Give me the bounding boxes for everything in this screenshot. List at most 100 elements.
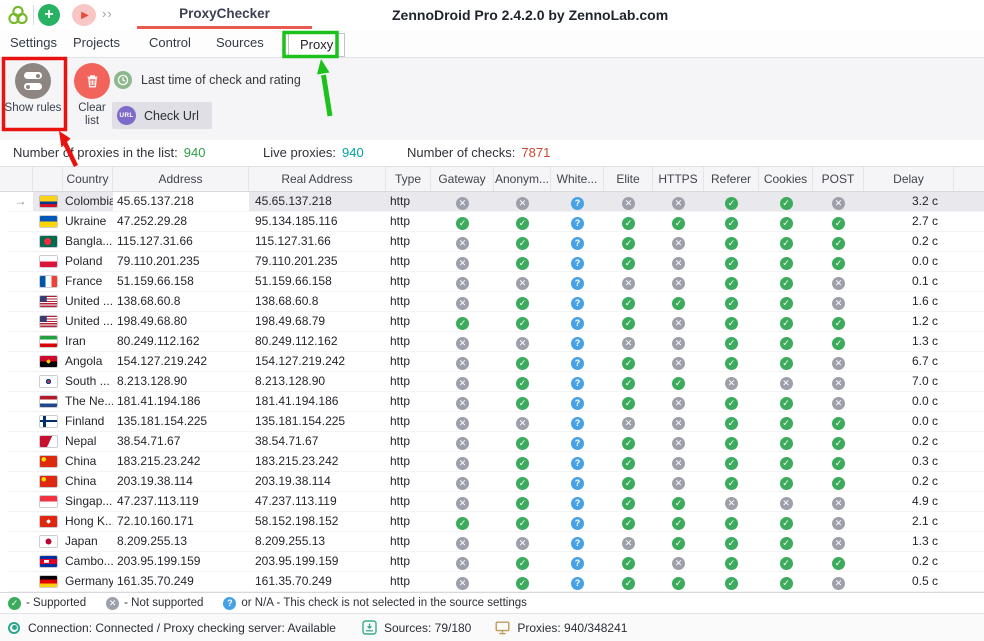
supported-icon: ✓ xyxy=(832,417,845,430)
cookies-check-cell: ✓ xyxy=(759,292,813,311)
type-cell: http xyxy=(386,472,431,491)
elite-check-cell: ✓ xyxy=(604,212,653,231)
real-address-cell: 95.134.185.116 xyxy=(249,212,386,231)
type-cell: http xyxy=(386,572,431,591)
table-row[interactable]: China183.215.23.242183.215.23.242http✕✓?… xyxy=(8,452,984,472)
https-check-cell: ✓ xyxy=(653,212,704,231)
delay-cell: 0.2 c xyxy=(864,472,954,491)
column-header-blank-0[interactable] xyxy=(8,167,33,191)
table-row[interactable]: South ...8.213.128.908.213.128.90http✕✓?… xyxy=(8,372,984,392)
gateway-check-cell: ✕ xyxy=(431,492,494,511)
show-rules-button[interactable]: Show rules xyxy=(4,61,62,115)
last-check-toggle[interactable]: Last time of check and rating xyxy=(114,71,301,89)
not-supported-icon: ✕ xyxy=(456,417,469,430)
referer-check-cell: ✕ xyxy=(704,492,759,511)
add-button[interactable]: + xyxy=(38,4,60,26)
table-row[interactable]: Germany161.35.70.249161.35.70.249http✕✓?… xyxy=(8,572,984,592)
supported-icon: ✓ xyxy=(780,337,793,350)
supported-icon: ✓ xyxy=(725,217,738,230)
not-supported-icon: ✕ xyxy=(780,497,793,510)
row-indicator-cell xyxy=(8,452,33,471)
column-header-address[interactable]: Address xyxy=(113,167,249,191)
referer-check-cell: ✓ xyxy=(704,352,759,371)
overflow-chevrons-icon[interactable]: ›› xyxy=(102,6,113,21)
not-supported-icon: ✕ xyxy=(456,477,469,490)
type-cell: http xyxy=(386,432,431,451)
check-url-button[interactable]: URL Check Url xyxy=(112,102,212,129)
table-row[interactable]: →Colombia45.65.137.21845.65.137.218http✕… xyxy=(8,192,984,212)
elite-check-cell: ✕ xyxy=(604,532,653,551)
column-header-anonym[interactable]: Anonym... xyxy=(494,167,551,191)
table-row[interactable]: Japan8.209.255.138.209.255.13http✕✕?✕✓✓✓… xyxy=(8,532,984,552)
not-supported-icon: ✕ xyxy=(456,257,469,270)
column-header-real-address[interactable]: Real Address xyxy=(249,167,386,191)
table-row[interactable]: France51.159.66.15851.159.66.158http✕✕?✕… xyxy=(8,272,984,292)
supported-icon: ✓ xyxy=(725,537,738,550)
https-check-cell: ✕ xyxy=(653,312,704,331)
table-row[interactable]: China203.19.38.114203.19.38.114http✕✓?✓✕… xyxy=(8,472,984,492)
https-check-cell: ✕ xyxy=(653,252,704,271)
anonymous-check-cell: ✓ xyxy=(494,432,551,451)
column-header-referer[interactable]: Referer xyxy=(704,167,759,191)
column-header-gateway[interactable]: Gateway xyxy=(431,167,494,191)
tab-proxy[interactable]: Proxy xyxy=(288,33,345,57)
post-check-cell: ✕ xyxy=(813,352,864,371)
table-row[interactable]: Bangla...115.127.31.66115.127.31.66http✕… xyxy=(8,232,984,252)
flag-icon-sg xyxy=(40,496,57,507)
column-header-type[interactable]: Type xyxy=(386,167,431,191)
delay-cell: 1.6 c xyxy=(864,292,954,311)
column-header-elite[interactable]: Elite xyxy=(604,167,653,191)
type-cell: http xyxy=(386,552,431,571)
tab-settings[interactable]: Settings xyxy=(10,35,57,50)
gateway-check-cell: ✕ xyxy=(431,192,494,211)
supported-icon: ✓ xyxy=(725,237,738,250)
referer-check-cell: ✓ xyxy=(704,392,759,411)
table-row[interactable]: Ukraine47.252.29.2895.134.185.116http✓✓?… xyxy=(8,212,984,232)
flag-icon-us xyxy=(40,296,57,307)
row-filler xyxy=(954,332,984,351)
tab-sources[interactable]: Sources xyxy=(216,35,264,50)
address-cell: 138.68.60.8 xyxy=(113,292,249,311)
real-address-cell: 38.54.71.67 xyxy=(249,432,386,451)
column-header-cookies[interactable]: Cookies xyxy=(759,167,813,191)
table-row[interactable]: Cambo...203.95.199.159203.95.199.159http… xyxy=(8,552,984,572)
flag-icon-fi xyxy=(40,416,57,427)
column-header-delay[interactable]: Delay xyxy=(864,167,954,191)
not-supported-icon: ✕ xyxy=(456,357,469,370)
proxies-status: Proxies: 940/348241 xyxy=(495,621,627,635)
tab-projects[interactable]: Projects xyxy=(73,35,120,50)
type-cell: http xyxy=(386,352,431,371)
table-row[interactable]: The Ne...181.41.194.186181.41.194.186htt… xyxy=(8,392,984,412)
table-row[interactable]: United ...138.68.60.8138.68.60.8http✕✓?✓… xyxy=(8,292,984,312)
table-row[interactable]: Iran80.249.112.16280.249.112.162http✕✕?✕… xyxy=(8,332,984,352)
referer-check-cell: ✓ xyxy=(704,472,759,491)
supported-icon: ✓ xyxy=(8,597,21,610)
table-row[interactable]: Singap...47.237.113.11947.237.113.119htt… xyxy=(8,492,984,512)
legend-not-supported: ✕ - Not supported xyxy=(106,597,203,610)
supported-icon: ✓ xyxy=(516,357,529,370)
app-tab-proxychecker[interactable]: ProxyChecker xyxy=(137,0,312,30)
country-cell: Nepal xyxy=(63,432,113,451)
column-header-https[interactable]: HTTPS xyxy=(653,167,704,191)
na-icon: ? xyxy=(571,497,584,510)
show-rules-icon xyxy=(15,63,51,99)
gateway-check-cell: ✕ xyxy=(431,452,494,471)
address-cell: 203.95.199.159 xyxy=(113,552,249,571)
column-header-blank-1[interactable] xyxy=(33,167,63,191)
table-row[interactable]: Finland135.181.154.225135.181.154.225htt… xyxy=(8,412,984,432)
table-row[interactable]: Nepal38.54.71.6738.54.71.67http✕✓?✓✕✓✓✓0… xyxy=(8,432,984,452)
column-header-post[interactable]: POST xyxy=(813,167,864,191)
run-button[interactable]: ▶ xyxy=(72,4,96,26)
column-header-country[interactable]: Country xyxy=(63,167,113,191)
real-address-cell: 138.68.60.8 xyxy=(249,292,386,311)
table-row[interactable]: Poland79.110.201.23579.110.201.235http✕✓… xyxy=(8,252,984,272)
connection-status: Connection: Connected / Proxy checking s… xyxy=(8,621,336,635)
table-row[interactable]: Hong K...72.10.160.17158.152.198.152http… xyxy=(8,512,984,532)
column-header-white[interactable]: White... xyxy=(551,167,604,191)
row-filler xyxy=(954,192,984,211)
row-filler xyxy=(954,352,984,371)
table-row[interactable]: United ...198.49.68.80198.49.68.79http✓✓… xyxy=(8,312,984,332)
proxy-grid-header: CountryAddressReal AddressTypeGatewayAno… xyxy=(0,167,984,192)
tab-control[interactable]: Control xyxy=(149,35,191,50)
table-row[interactable]: Angola154.127.219.242154.127.219.242http… xyxy=(8,352,984,372)
